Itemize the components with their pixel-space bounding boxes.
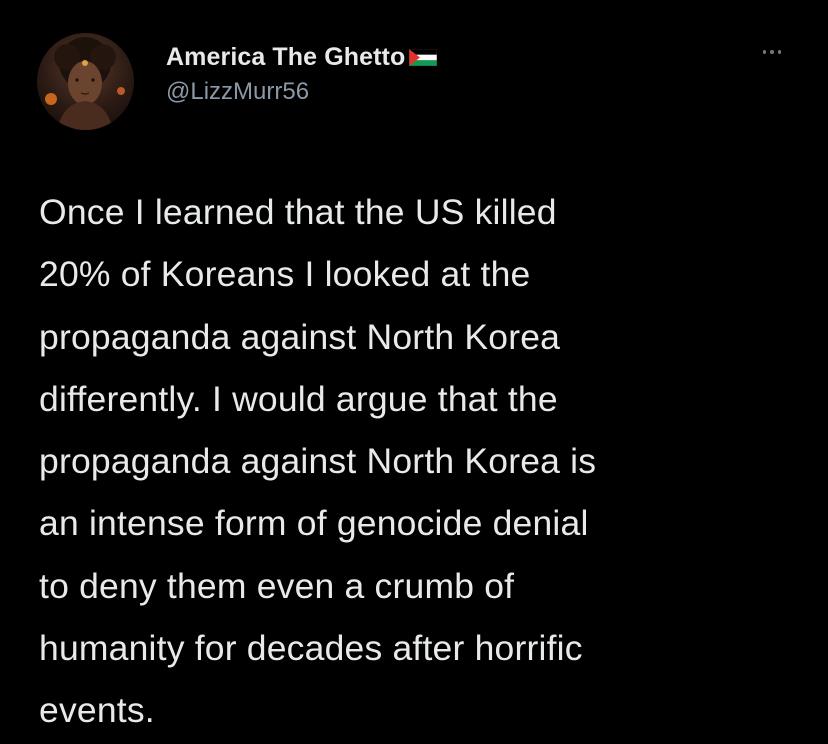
more-dot (770, 50, 774, 54)
tweet-text: Once I learned that the US killed 20% of… (39, 192, 597, 731)
more-dot (762, 50, 767, 54)
avatar-portrait-icon (45, 37, 125, 130)
display-name[interactable]: America The Ghetto (166, 43, 405, 72)
name-row: America The Ghetto (166, 40, 438, 74)
user-handle[interactable]: @LizzMurr56 (166, 78, 437, 106)
user-info: America The Ghetto @LizzMurr56 (166, 40, 438, 106)
more-options-icon[interactable] (754, 42, 790, 62)
more-dot (777, 50, 782, 54)
palestine-flag-icon (409, 48, 438, 66)
tweet-card: America The Ghetto @LizzMurr56 Once I le… (0, 0, 828, 744)
avatar[interactable] (37, 33, 134, 130)
